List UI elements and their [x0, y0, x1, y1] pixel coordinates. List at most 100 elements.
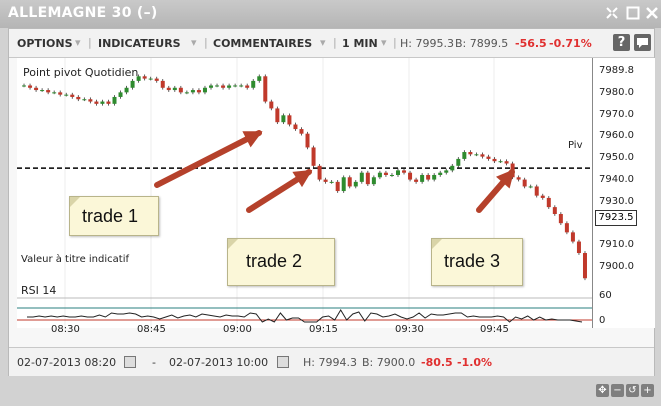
candle-body — [522, 179, 527, 187]
candle-body — [492, 158, 497, 162]
candle-body — [347, 177, 352, 187]
y-tick: 7960.0 — [599, 130, 634, 141]
candle-body — [474, 154, 479, 156]
candle-body — [389, 174, 394, 176]
candle-body — [564, 223, 569, 233]
rsi-tick: 0 — [599, 315, 606, 326]
toolbar-divider: | — [204, 36, 208, 49]
candle-body — [275, 108, 280, 123]
candle-body — [414, 179, 419, 182]
indicators-menu[interactable]: INDICATEURS — [98, 37, 181, 50]
restore-icon[interactable] — [626, 6, 640, 20]
candle-body — [28, 85, 33, 88]
reset-icon[interactable]: ↺ — [626, 384, 639, 397]
candle-body — [371, 177, 376, 185]
chevron-down-icon[interactable]: ▾ — [381, 36, 387, 49]
pivot-short-label: Piv — [568, 140, 583, 151]
candle-body — [335, 181, 340, 192]
candle-body — [100, 101, 105, 104]
y-tick: 7930.0 — [599, 196, 634, 207]
chevron-down-icon[interactable]: ▾ — [191, 36, 197, 49]
zoom-in-icon[interactable]: + — [641, 384, 654, 397]
x-tick: 09:00 — [223, 324, 252, 335]
calendar-icon[interactable] — [124, 356, 136, 368]
candle-body — [239, 85, 244, 87]
candle-body — [190, 90, 195, 93]
y-tick: 7980.0 — [599, 87, 634, 98]
from-date[interactable]: 02-07-2013 08:20 — [17, 356, 116, 369]
candle-body — [341, 177, 346, 192]
candle-body — [251, 80, 256, 88]
trade-note-3[interactable]: trade 3 — [431, 238, 523, 286]
candle-body — [456, 158, 461, 166]
candle-body — [172, 87, 177, 91]
pivot-label: Point pivot Quotidien — [23, 66, 139, 79]
chevron-down-icon[interactable]: ▾ — [75, 36, 81, 49]
candle-body — [444, 170, 449, 173]
candle-body — [40, 90, 45, 92]
title-bar: ALLEMAGNE 30 (–) — [0, 0, 661, 28]
high-value: H: 7995.3 — [400, 37, 454, 50]
bottom-bar — [0, 378, 661, 406]
note-fold — [70, 197, 80, 207]
candle-body — [245, 85, 250, 88]
trade-arrow — [154, 130, 262, 188]
candle-body — [130, 80, 135, 88]
trade-note-1[interactable]: trade 1 — [69, 196, 159, 236]
calendar-icon[interactable] — [277, 356, 289, 368]
help-button[interactable]: ? — [613, 34, 630, 51]
price-chart[interactable] — [17, 58, 592, 328]
move-icon[interactable]: ✥ — [596, 384, 609, 397]
candle-body — [46, 90, 51, 93]
y-tick: 7940.0 — [599, 174, 634, 185]
options-menu[interactable]: OPTIONS — [17, 37, 73, 50]
x-tick: 09:15 — [309, 324, 338, 335]
candle-body — [402, 170, 407, 173]
y-tick: 7900.0 — [599, 261, 634, 272]
candle-body — [498, 161, 503, 163]
x-tick: 09:45 — [480, 324, 509, 335]
candle-body — [299, 129, 304, 134]
candle-body — [118, 92, 123, 97]
candle-body — [202, 87, 207, 93]
x-tick: 08:45 — [137, 324, 166, 335]
candle-body — [293, 124, 298, 130]
candle-body — [426, 174, 431, 180]
trade-note-2[interactable]: trade 2 — [227, 238, 335, 286]
candle-body — [70, 94, 75, 97]
candle-body — [227, 85, 232, 88]
to-date[interactable]: 02-07-2013 10:00 — [169, 356, 268, 369]
comments-menu[interactable]: COMMENTAIRES — [213, 37, 312, 50]
candle-body — [552, 207, 557, 214]
candle-body — [408, 172, 413, 180]
chart-toolbar: OPTIONS ▾ | INDICATEURS ▾ | COMMENTAIRES… — [9, 29, 654, 58]
toolbar-divider: | — [393, 36, 397, 49]
candle-body — [215, 85, 220, 87]
chart-area[interactable]: Point pivot Quotidien Piv Valeur à titre… — [17, 58, 592, 328]
comment-bubble-icon[interactable] — [634, 34, 651, 51]
candle-body — [94, 101, 99, 104]
candle-body — [480, 154, 485, 157]
close-icon[interactable] — [645, 6, 659, 20]
candle-body — [353, 181, 358, 187]
footer-change-pct: -1.0% — [457, 356, 493, 369]
trade-label: trade 1 — [82, 206, 139, 226]
candle-body — [281, 115, 286, 123]
candle-body — [34, 87, 39, 91]
candle-body — [269, 101, 274, 109]
y-tick: 7970.0 — [599, 109, 634, 120]
chevron-down-icon[interactable]: ▾ — [320, 36, 326, 49]
candle-body — [287, 115, 292, 125]
current-price-box: 7923.5 — [595, 210, 637, 226]
candle-body — [221, 85, 226, 88]
zoom-out-icon[interactable]: − — [611, 384, 624, 397]
candle-body — [196, 90, 201, 93]
toolbar-divider: | — [333, 36, 337, 49]
interval-select[interactable]: 1 MIN — [342, 37, 378, 50]
candle-body — [263, 76, 268, 102]
candle-body — [576, 241, 581, 254]
candle-body — [22, 85, 27, 87]
shrink-icon[interactable] — [605, 6, 619, 20]
candle-body — [570, 232, 575, 242]
candle-body — [82, 99, 87, 101]
